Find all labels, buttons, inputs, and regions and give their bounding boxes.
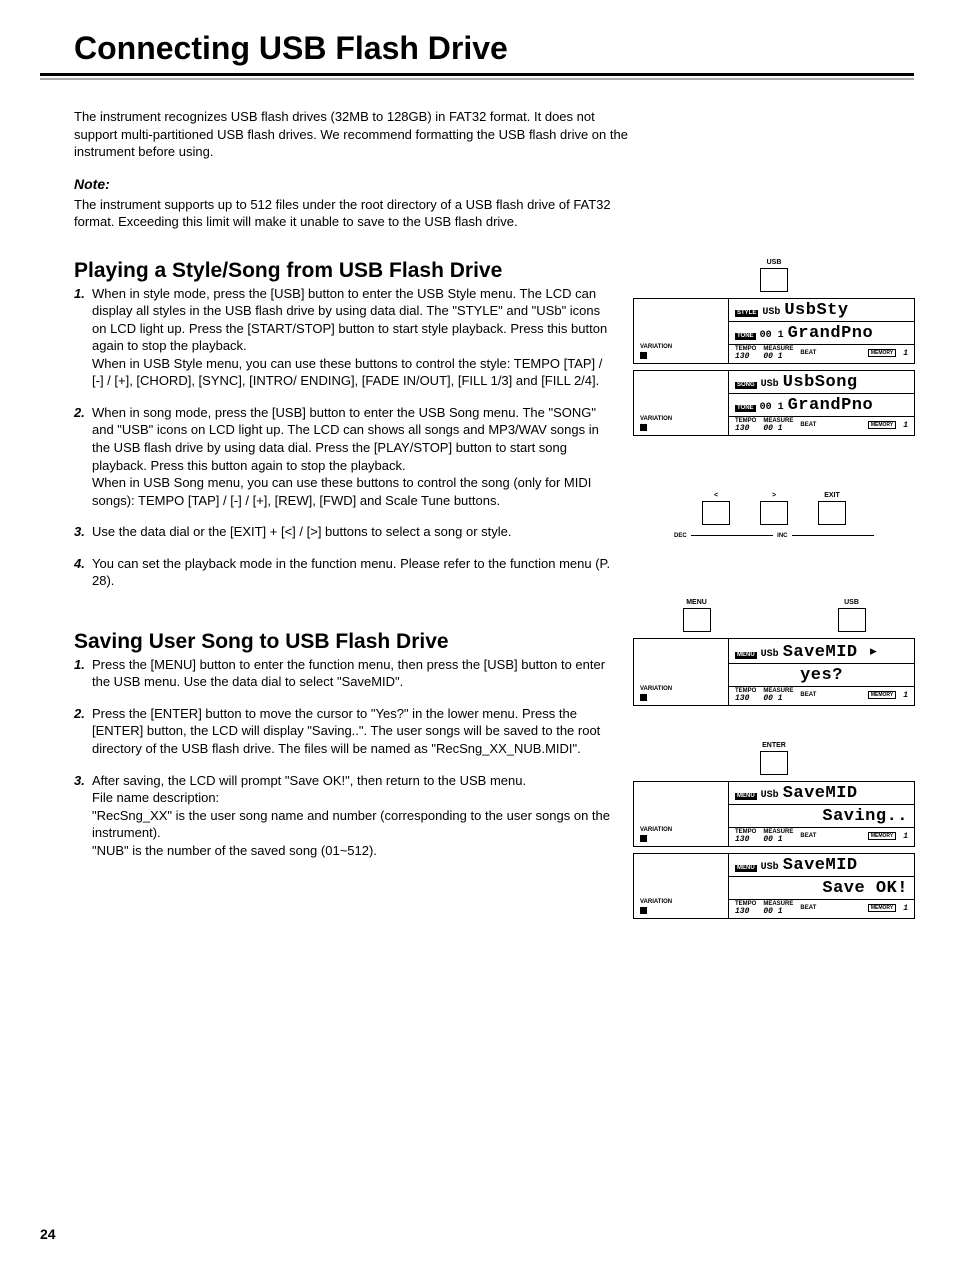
usb-button: USB [760, 259, 788, 292]
next-button: > [760, 492, 788, 525]
exit-button: EXIT [818, 492, 846, 525]
lcd-main: SaveMID [783, 784, 858, 803]
step-text: Use the data dial or the [EXIT] + [<] / … [92, 523, 614, 541]
s2-step3: 3. After saving, the LCD will prompt "Sa… [74, 772, 614, 860]
lcd-sub: Save OK! [822, 879, 908, 898]
step-number: 2. [74, 705, 92, 758]
menu-button: MENU [683, 599, 711, 632]
prev-button: < [702, 492, 730, 525]
diagram-group-4: ENTER VARIATION MENU USb SaveMID [634, 742, 914, 919]
title-rule-top [40, 73, 914, 76]
lcd-saving: VARIATION MENU USb SaveMID Saving.. [633, 781, 915, 847]
dec-label: DEC [674, 533, 687, 539]
right-column: USB VARIATION STYLE USb UsbSty [614, 259, 914, 925]
page-title: Connecting USB Flash Drive [74, 30, 914, 67]
left-column: Playing a Style/Song from USB Flash Driv… [74, 259, 614, 925]
button-label: > [772, 492, 776, 499]
diagram-group-1: USB VARIATION STYLE USb UsbSty [634, 259, 914, 436]
step-text: Press the [MENU] button to enter the fun… [92, 656, 614, 691]
lcd-main: SaveMID ▸ [783, 641, 879, 662]
lcd-song-badge: SONG [735, 382, 757, 389]
step-text: When in song mode, press the [USB] butto… [92, 404, 614, 509]
content-columns: Playing a Style/Song from USB Flash Driv… [74, 259, 914, 925]
enter-button: ENTER [760, 742, 788, 775]
lcd-main: UsbSty [784, 301, 848, 320]
lcd-style-badge: STYLE [735, 310, 758, 317]
step-number: 3. [74, 772, 92, 860]
title-rule-bottom [40, 78, 914, 80]
button-label: < [714, 492, 718, 499]
step-text: After saving, the LCD will prompt "Save … [92, 772, 614, 860]
s1-step4: 4. You can set the playback mode in the … [74, 555, 614, 590]
s2-step2: 2. Press the [ENTER] button to move the … [74, 705, 614, 758]
button-label: USB [844, 599, 859, 606]
lcd-main: SaveMID [783, 856, 858, 875]
lcd-usbsty: VARIATION STYLE USb UsbSty TONE 00 1 Gra… [633, 298, 915, 364]
button-label: USB [767, 259, 782, 266]
step-text: Press the [ENTER] button to move the cur… [92, 705, 614, 758]
lcd-sub: yes? [800, 666, 843, 685]
lcd-menu-badge: MENU [735, 652, 757, 659]
button-label: ENTER [762, 742, 786, 749]
lcd-tone-name: GrandPno [788, 324, 874, 343]
step-text: When in style mode, press the [USB] butt… [92, 285, 614, 390]
lcd-sub: Saving.. [822, 807, 908, 826]
note-heading: Note: [74, 175, 634, 194]
usb-button: USB [838, 599, 866, 632]
s1-step2: 2. When in song mode, press the [USB] bu… [74, 404, 614, 509]
lcd-usb-icon: USb [762, 307, 780, 318]
lcd-saveok: VARIATION MENU USb SaveMID Save OK! [633, 853, 915, 919]
step-number: 1. [74, 656, 92, 691]
inc-label: INC [777, 533, 787, 539]
section1-heading: Playing a Style/Song from USB Flash Driv… [74, 259, 614, 283]
button-label: EXIT [824, 492, 840, 499]
step-number: 4. [74, 555, 92, 590]
intro-paragraph: The instrument recognizes USB flash driv… [74, 108, 634, 161]
lcd-main: UsbSong [783, 373, 858, 392]
lcd-tone-num: 00 1 [760, 330, 784, 341]
step-number: 2. [74, 404, 92, 509]
dec-inc-labels: DEC INC [674, 533, 874, 539]
s1-step1: 1. When in style mode, press the [USB] b… [74, 285, 614, 390]
s1-step3: 3. Use the data dial or the [EXIT] + [<]… [74, 523, 614, 541]
button-label: MENU [686, 599, 707, 606]
page-number: 24 [40, 1226, 56, 1242]
step-number: 3. [74, 523, 92, 541]
step-text: You can set the playback mode in the fun… [92, 555, 614, 590]
lcd-usbsong: VARIATION SONG USb UsbSong TONE 00 1 Gra… [633, 370, 915, 436]
step-number: 1. [74, 285, 92, 390]
intro-block: The instrument recognizes USB flash driv… [74, 108, 634, 231]
page: Connecting USB Flash Drive The instrumen… [0, 0, 954, 1272]
s2-step1: 1. Press the [MENU] button to enter the … [74, 656, 614, 691]
note-text: The instrument supports up to 512 files … [74, 196, 634, 231]
section2-heading: Saving User Song to USB Flash Drive [74, 630, 614, 654]
diagram-group-2: < > EXIT DEC INC [634, 492, 914, 539]
lcd-variation-label: VARIATION [640, 344, 722, 350]
lcd-tone-badge: TONE [735, 333, 756, 340]
lcd-savemid-yes: VARIATION MENU USb SaveMID ▸ yes? [633, 638, 915, 706]
diagram-group-3: MENU USB VARIATION MENU [634, 599, 914, 706]
